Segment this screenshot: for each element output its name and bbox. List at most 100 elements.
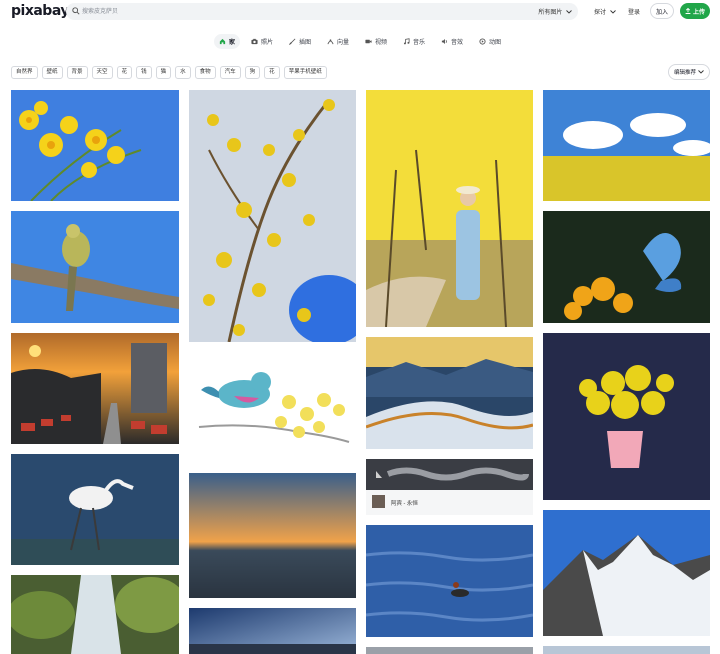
tab-label: 动图 — [489, 40, 502, 46]
image-tile-blue-butterfly[interactable] — [543, 211, 710, 323]
brush-icon — [288, 38, 296, 45]
image-tile-bird-illustration[interactable] — [189, 352, 356, 463]
image-tile-mimosa-pot[interactable] — [543, 333, 710, 500]
tag-chip[interactable]: 狗 — [244, 66, 261, 79]
upload-label: 上传 — [692, 9, 705, 16]
vector-icon — [327, 39, 334, 45]
audio-title[interactable]: 阿宾 - 永恒 — [391, 499, 418, 507]
snowy-valley-photo — [366, 337, 533, 449]
artist-avatar — [372, 495, 385, 508]
sort-dropdown[interactable]: 编辑推荐 — [668, 64, 710, 80]
tab-label: 音乐 — [413, 40, 426, 46]
waveform-graphic — [376, 467, 529, 481]
tag-chip[interactable]: 花 — [116, 66, 133, 79]
image-tile-snowy-mountains[interactable] — [366, 337, 533, 449]
home-icon — [219, 38, 226, 45]
tag-chip[interactable]: 天空 — [91, 66, 113, 79]
tab-videos[interactable]: 视频 — [360, 34, 392, 49]
explore-label: 探讨 — [594, 10, 607, 16]
video-icon — [365, 39, 372, 44]
tag-chip[interactable]: 汽车 — [219, 66, 241, 79]
tab-label: 家 — [228, 40, 235, 46]
search-input[interactable] — [82, 6, 482, 17]
wintersweet-branch-photo — [189, 90, 356, 342]
sound-icon — [441, 39, 447, 44]
audio-waveform[interactable] — [366, 459, 533, 490]
image-tile-woman-yellow-trees[interactable] — [366, 90, 533, 327]
tag-chip[interactable]: 食物 — [194, 66, 216, 79]
traffic-sunset-photo — [11, 333, 179, 444]
tag-chip[interactable]: 壁纸 — [41, 66, 63, 79]
image-tile-egret[interactable] — [11, 454, 179, 565]
image-tile-yellow-bird[interactable] — [11, 211, 179, 323]
butterfly-photo — [543, 211, 710, 323]
image-tile-swimming-bird[interactable] — [366, 525, 533, 637]
search-scope-select[interactable]: 所有图片 — [538, 7, 572, 16]
login-link[interactable]: 登录 — [628, 7, 640, 16]
upload-button[interactable]: 上传 — [680, 3, 710, 19]
pixabay-logo[interactable]: pixabay — [11, 3, 69, 19]
bird-on-branch-photo — [11, 211, 179, 323]
image-tile-daffodils[interactable] — [11, 90, 179, 201]
woman-under-trees-photo — [366, 90, 533, 327]
rapeseed-field-photo — [543, 90, 710, 201]
sunset-sea-photo — [189, 473, 356, 598]
tab-vectors[interactable]: 向量 — [322, 34, 354, 49]
image-tile-wintersweet[interactable] — [189, 90, 356, 342]
snow-peaks-photo — [543, 510, 710, 636]
explore-menu[interactable]: 探讨 — [594, 7, 616, 16]
tag-chip[interactable]: 钱 — [136, 66, 152, 79]
tab-label: 照片 — [260, 40, 273, 46]
chevron-down-icon — [698, 70, 704, 74]
search-icon — [72, 7, 80, 15]
egret-photo — [11, 454, 179, 565]
image-tile-sunset-sea[interactable] — [189, 473, 356, 598]
image-tile-gray-sky[interactable] — [366, 647, 533, 654]
bird-vector-illustration — [189, 352, 356, 463]
tab-illustrations[interactable]: 插图 — [284, 34, 316, 49]
tab-home[interactable]: 家 — [213, 34, 240, 49]
sky-photo — [543, 646, 710, 654]
bird-in-water-photo — [366, 525, 533, 637]
mimosa-in-pot-illustration — [543, 333, 710, 500]
upload-icon — [685, 8, 691, 14]
image-tile-snow-peaks[interactable] — [543, 510, 710, 636]
tag-chip[interactable]: 背景 — [66, 66, 88, 79]
tab-label: 音效 — [451, 40, 464, 46]
daffodils-photo — [11, 90, 179, 201]
waterfall-photo — [11, 575, 179, 654]
tag-chip[interactable]: 水 — [175, 66, 191, 79]
sort-label: 编辑推荐 — [673, 70, 696, 76]
media-type-tabs: 家 照片 插图 向量 视频 音乐 音效 动图 — [0, 34, 720, 50]
tag-chip[interactable]: 猫 — [155, 66, 172, 79]
audio-track-card[interactable]: 阿宾 - 永恒 — [366, 459, 533, 515]
play-icon — [376, 471, 382, 478]
search-bar[interactable]: 所有图片 — [66, 3, 578, 20]
header: pixabay 所有图片 探讨 登录 加入 上传 — [0, 0, 720, 24]
music-icon — [403, 38, 410, 45]
tag-chip[interactable]: 自然界 — [11, 66, 38, 79]
tag-chips: 自然界 壁纸 背景 天空 花 钱 猫 水 食物 汽车 狗 花 苹果手机壁纸 — [11, 66, 327, 79]
sky-photo — [366, 647, 533, 654]
tab-label: 视频 — [375, 40, 388, 46]
join-button[interactable]: 加入 — [650, 3, 674, 19]
image-tile-bottom-right[interactable] — [543, 646, 710, 654]
tab-photos[interactable]: 照片 — [246, 34, 278, 49]
tab-sound-effects[interactable]: 音效 — [436, 34, 468, 49]
chevron-down-icon — [566, 10, 572, 14]
tab-label: 向量 — [336, 40, 349, 46]
tab-label: 插图 — [298, 40, 311, 46]
search-scope-label: 所有图片 — [538, 10, 563, 16]
tag-chip[interactable]: 苹果手机壁纸 — [283, 66, 327, 79]
image-tile-mossy-waterfall[interactable] — [11, 575, 179, 654]
tab-gifs[interactable]: 动图 — [474, 34, 506, 49]
chevron-down-icon — [609, 10, 616, 14]
camera-icon — [251, 38, 258, 45]
image-tile-blue-dusk[interactable] — [189, 608, 356, 654]
image-tile-rapeseed-field[interactable] — [543, 90, 710, 201]
tab-music[interactable]: 音乐 — [398, 34, 430, 49]
blue-dusk-photo — [189, 608, 356, 654]
tag-chip[interactable]: 花 — [264, 66, 280, 79]
image-tile-traffic-sunset[interactable] — [11, 333, 179, 444]
gif-icon — [479, 38, 486, 45]
